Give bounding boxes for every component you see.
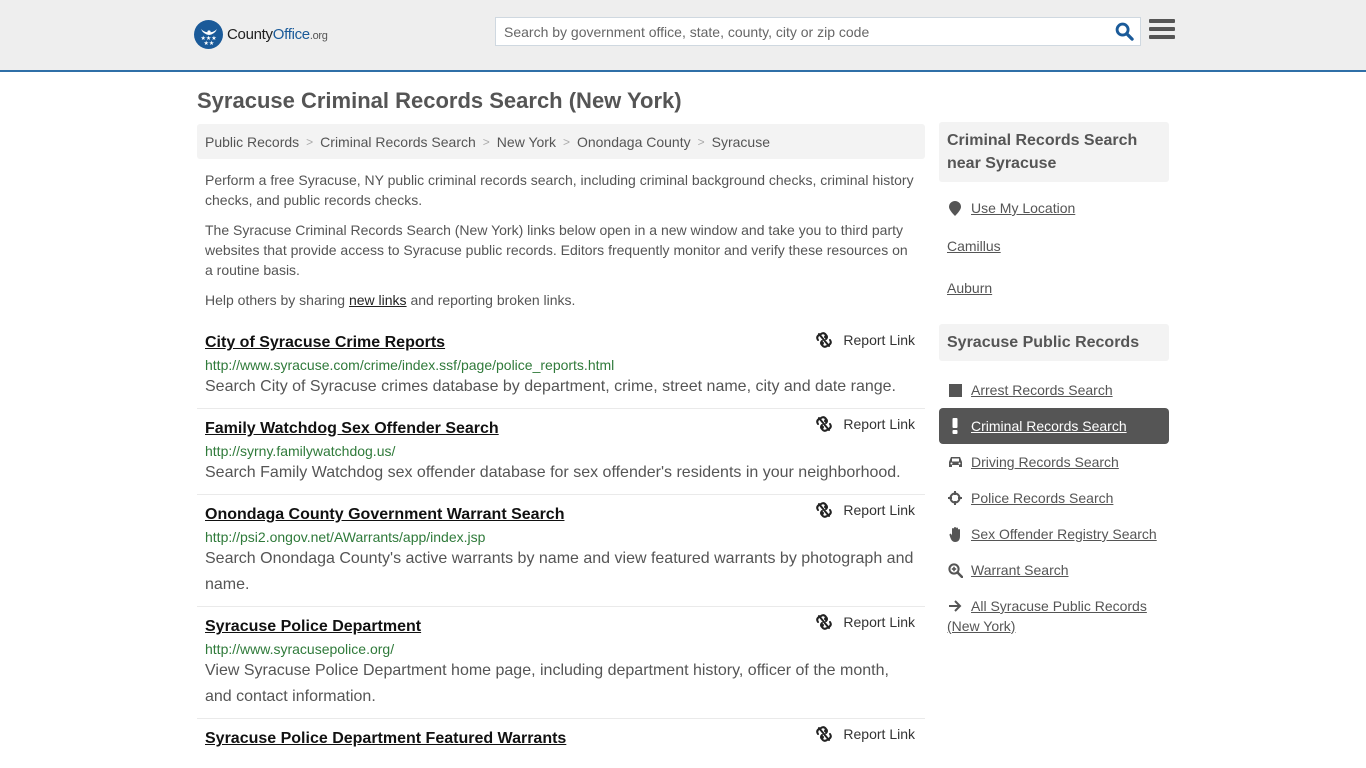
exclamation-icon <box>947 416 963 436</box>
sidebar-item-criminal-records: Criminal Records Search <box>939 408 1169 444</box>
result-title-link[interactable]: Onondaga County Government Warrant Searc… <box>205 505 564 525</box>
breadcrumb-separator: > <box>306 134 314 149</box>
breadcrumb-separator: > <box>697 134 705 149</box>
svg-text:★★: ★★ <box>203 40 214 46</box>
broken-link-icon <box>816 614 833 630</box>
map-marker-icon <box>947 198 963 218</box>
result-item: City of Syracuse Crime Reports Report Li… <box>197 329 925 409</box>
nearby-place-link[interactable]: Camillus <box>947 236 1001 256</box>
site-search <box>495 17 1141 46</box>
new-links-link[interactable]: new links <box>349 292 407 308</box>
nearby-place-item: Camillus <box>939 230 1169 262</box>
breadcrumb-syracuse[interactable]: Syracuse <box>712 134 770 150</box>
results-list: City of Syracuse Crime Reports Report Li… <box>197 329 925 757</box>
car-icon <box>947 452 963 472</box>
result-description: View Syracuse Police Department home pag… <box>205 662 889 705</box>
intro-paragraph: Perform a free Syracuse, NY public crimi… <box>205 172 914 208</box>
sidebar-link[interactable]: Sex Offender Registry Search <box>971 524 1157 544</box>
report-link-button[interactable]: Report Link <box>816 416 915 432</box>
report-link-button[interactable]: Report Link <box>816 726 915 742</box>
report-link-button[interactable]: Report Link <box>816 332 915 348</box>
use-my-location-link[interactable]: Use My Location <box>971 198 1075 218</box>
sidebar-item-warrant-search: Warrant Search <box>939 552 1169 588</box>
breadcrumb-separator: > <box>482 134 490 149</box>
sidebar-link[interactable]: Police Records Search <box>971 488 1113 508</box>
report-link-button[interactable]: Report Link <box>816 502 915 518</box>
result-item: Syracuse Police Department Featured Warr… <box>197 719 925 757</box>
result-description: Search City of Syracuse crimes database … <box>205 378 896 395</box>
nearby-place-item: Auburn <box>939 272 1169 304</box>
sidebar-link[interactable]: Warrant Search <box>971 560 1069 580</box>
broken-link-icon <box>816 332 833 348</box>
sidebar-item-driving-records: Driving Records Search <box>939 444 1169 480</box>
breadcrumb: Public Records > Criminal Records Search… <box>197 124 925 159</box>
hamburger-menu-button[interactable] <box>1149 19 1175 43</box>
result-url: http://www.syracuse.com/crime/index.ssf/… <box>205 357 615 373</box>
result-item: Syracuse Police Department Report Link h… <box>197 607 925 719</box>
sidebar-link[interactable]: Driving Records Search <box>971 452 1119 472</box>
result-title-link[interactable]: Syracuse Police Department <box>205 617 421 637</box>
breadcrumb-public-records[interactable]: Public Records <box>205 134 299 150</box>
main-content: Public Records > Criminal Records Search… <box>197 124 925 757</box>
breadcrumb-criminal-records-search[interactable]: Criminal Records Search <box>320 134 476 150</box>
breadcrumb-separator: > <box>562 134 570 149</box>
search-input[interactable] <box>496 18 1108 45</box>
eagle-stars-icon: ★★★ ★★ <box>194 20 223 49</box>
sidebar: Criminal Records Search near Syracuse Us… <box>939 122 1169 644</box>
nearby-place-link[interactable]: Auburn <box>947 278 992 298</box>
broken-link-icon <box>816 726 833 742</box>
share-links-paragraph: Help others by sharing new links and rep… <box>205 292 576 308</box>
zoom-in-icon <box>947 560 963 580</box>
result-title-link[interactable]: Family Watchdog Sex Offender Search <box>205 419 499 439</box>
search-button[interactable] <box>1108 18 1140 45</box>
menu-bar <box>1149 35 1175 39</box>
hand-icon <box>947 524 963 544</box>
result-description: Search Onondaga County's active warrants… <box>205 550 914 593</box>
report-link-button[interactable]: Report Link <box>816 614 915 630</box>
crosshairs-icon <box>947 488 963 508</box>
page-title: Syracuse Criminal Records Search (New Yo… <box>197 88 682 113</box>
breadcrumb-onondaga-county[interactable]: Onondaga County <box>577 134 691 150</box>
result-description: Search Family Watchdog sex offender data… <box>205 464 901 481</box>
logo-wordmark: CountyOffice.org <box>227 26 328 43</box>
result-title-link[interactable]: Syracuse Police Department Featured Warr… <box>205 729 566 749</box>
public-records-heading: Syracuse Public Records <box>939 324 1169 361</box>
search-icon <box>1115 22 1134 41</box>
result-url: http://psi2.ongov.net/AWarrants/app/inde… <box>205 529 486 545</box>
sidebar-link[interactable]: Criminal Records Search <box>971 416 1127 436</box>
broken-link-icon <box>816 416 833 432</box>
arrow-right-icon <box>947 596 963 616</box>
breadcrumb-new-york[interactable]: New York <box>497 134 556 150</box>
sidebar-item-arrest-records: Arrest Records Search <box>939 372 1169 408</box>
use-my-location-item: Use My Location <box>939 190 1169 226</box>
result-item: Family Watchdog Sex Offender Search Repo… <box>197 409 925 495</box>
nearby-list: Use My Location Camillus Auburn <box>939 182 1169 304</box>
sidebar-item-police-records: Police Records Search <box>939 480 1169 516</box>
site-logo[interactable]: ★★★ ★★ CountyOffice.org <box>194 20 328 49</box>
result-url: http://syrny.familywatchdog.us/ <box>205 443 396 459</box>
sidebar-link[interactable]: All Syracuse Public Records (New York) <box>947 598 1147 634</box>
broken-link-icon <box>816 502 833 518</box>
sidebar-item-all-public-records: All Syracuse Public Records (New York) <box>939 588 1169 644</box>
menu-bar <box>1149 19 1175 23</box>
public-records-list: Arrest Records Search Criminal Records S… <box>939 361 1169 644</box>
intro-text: Perform a free Syracuse, NY public crimi… <box>197 170 925 310</box>
nearby-heading: Criminal Records Search near Syracuse <box>939 122 1169 182</box>
square-icon <box>947 380 963 400</box>
result-item: Onondaga County Government Warrant Searc… <box>197 495 925 607</box>
sidebar-link[interactable]: Arrest Records Search <box>971 380 1113 400</box>
result-title-link[interactable]: City of Syracuse Crime Reports <box>205 333 445 353</box>
sidebar-item-sex-offender-registry: Sex Offender Registry Search <box>939 516 1169 552</box>
intro-paragraph: The Syracuse Criminal Records Search (Ne… <box>205 222 908 278</box>
site-header: ★★★ ★★ CountyOffice.org <box>0 0 1366 72</box>
result-url: http://www.syracusepolice.org/ <box>205 641 395 657</box>
menu-bar <box>1149 27 1175 31</box>
